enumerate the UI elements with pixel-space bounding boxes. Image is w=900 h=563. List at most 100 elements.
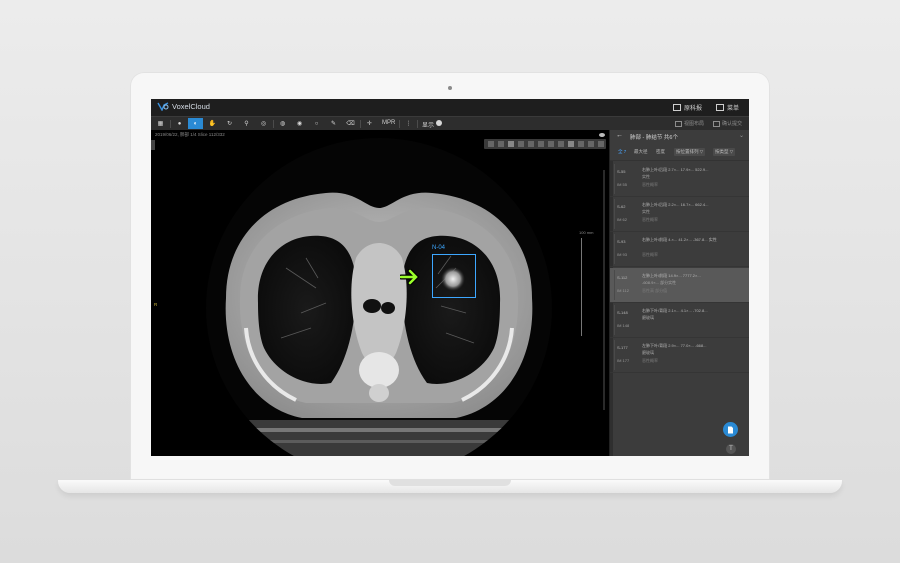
list-item[interactable]: S-62 IM 62 右肺上叶/后段 2.2×... 16.7×... 662.… [610,197,749,232]
ct-slice-image [206,138,552,456]
submit-button[interactable]: 确认提交 [713,120,742,127]
nodule-label: N-04 [432,245,446,251]
toolbar-divider [360,120,361,128]
mini-tool-icon[interactable] [528,141,534,147]
mini-tool-icon[interactable] [548,141,554,147]
vertical-dots-icon: ⋮ [405,121,412,127]
item-slice: S-112 [617,275,628,280]
list-item[interactable]: S-148 IM 148 右肺下叶/背段 2.1×... 4.1×... -70… [610,303,749,338]
reset-tool[interactable]: ◎ [256,118,271,129]
pencil-icon: ✎ [330,121,337,127]
panel-title: 肺部 - 肺结节 共6个 [630,135,678,141]
mini-tool-icon[interactable] [578,141,584,147]
item-image-number: IM 93 [617,252,628,257]
item-type: 实性 [642,174,650,179]
text-fab-button[interactable]: T [726,444,736,454]
circle-icon: ○ [314,120,319,127]
more-tool[interactable]: ⋮ [401,118,416,129]
text-icon: T [729,446,733,452]
crosshair-icon: ✛ [366,121,373,127]
camera-dot [448,86,452,90]
toolbar-divider [273,120,274,128]
report-button[interactable]: 原科报 [672,103,702,112]
overlay-eye-icon[interactable] [599,133,605,137]
list-item[interactable]: S-93 IM 93 右肺上叶/前段 4.×... 41.2×... -367.… [610,232,749,267]
submit-icon [713,120,720,127]
item-marker [614,305,615,335]
display-toggle[interactable] [436,120,442,126]
list-item[interactable]: S-55 IM 55 右肺上叶/后段 2.7×... 17.9×... 522.… [610,162,749,197]
item-image-number: IM 177 [617,358,630,363]
crosshair-tool[interactable]: ✛ [362,118,377,129]
tab-all[interactable]: 全 7 [616,148,628,156]
reset-icon: ◎ [260,121,267,127]
view-layout-button[interactable]: 视图布局 [675,120,704,127]
window-level-tool[interactable]: ◐ [188,118,203,129]
slice-scrollbar[interactable] [603,170,605,410]
pan-tool[interactable]: ✋ [205,118,220,129]
ruler-tool[interactable]: ✎ [326,118,341,129]
view-layout-label: 视图布局 [684,121,705,127]
info-tool[interactable]: ● [172,118,187,129]
item-slice: S-93 [617,239,626,244]
zoom-tool[interactable]: ⚲ [239,118,254,129]
app-logo[interactable]: VoxelCloud [157,102,210,111]
panel-divider [610,160,749,161]
eye-icon: ◉ [296,121,303,127]
submit-label: 确认提交 [722,121,743,127]
mini-tool-icon[interactable] [538,141,544,147]
document-icon [728,426,733,433]
item-type: 磨玻璃 [642,315,654,320]
sort-by-position[interactable]: 按位置排列 ▽ [674,148,706,156]
nodule-bounding-box[interactable] [432,254,476,298]
logo-icon [157,102,169,111]
item-image-number: IM 112 [617,288,629,293]
item-slice: S-55 [617,169,626,174]
annotate-icon: ◍ [279,121,286,127]
contrast-icon: ◐ [193,120,198,127]
gear-icon[interactable] [598,141,604,147]
mini-tool-icon[interactable] [568,141,574,147]
mini-tool-icon[interactable] [518,141,524,147]
menu-button[interactable]: 菜单 [715,103,739,112]
left-panel-toggle[interactable] [151,140,155,150]
item-risk: 恶性概率 [642,217,658,222]
tab-density[interactable]: 密度 [654,148,667,156]
ct-viewer[interactable]: 2019/06/22, 肺部 1/4 Slice 112/332 A R [151,130,609,456]
mpr-button[interactable]: MPR [382,120,395,126]
layout-grid-tool[interactable]: ▦ [153,118,168,129]
item-marker [614,340,615,370]
visibility-tool[interactable]: ◉ [292,118,307,129]
item-risk: 恶性概率 [642,358,658,363]
layout-icon [675,120,682,127]
rotate-tool[interactable]: ↻ [222,118,237,129]
chevron-down-icon[interactable]: ⌄ [739,132,744,139]
sort-by-type[interactable]: 按类型 ▽ [713,148,736,156]
base-notch [389,480,511,486]
mini-tool-icon[interactable] [508,141,514,147]
mini-tool-icon[interactable] [558,141,564,147]
info-icon: ● [177,120,182,127]
mini-tool-icon[interactable] [588,141,594,147]
eraser-tool[interactable]: ⌫ [343,118,358,129]
mini-tool-icon[interactable] [488,141,494,147]
menu-label: 菜单 [726,106,739,112]
list-item-selected[interactable]: S-112 IM 112 左肺上叶/前段 14.9×... 7777.2×...… [610,268,749,303]
back-arrow-icon[interactable]: ← [616,132,623,139]
item-marker [614,199,615,229]
panel-header: ← 肺部 - 肺结节 共6个 ⌄ [610,130,749,144]
mini-tool-icon[interactable] [498,141,504,147]
tab-max-diameter[interactable]: 最大径 [632,148,650,156]
item-slice: S-148 [617,310,628,315]
list-item[interactable]: S-177 IM 177 左肺下叶/背段 2.9×... 77.0×... -6… [610,338,749,373]
viewer-mini-toolbar [484,139,606,149]
report-fab-button[interactable] [723,422,738,437]
ellipse-tool[interactable]: ○ [309,118,324,129]
item-type: 磨玻璃 [642,350,654,355]
rotate-icon: ↻ [226,121,233,127]
item-marker [614,234,615,264]
item-image-number: IM 148 [617,323,630,328]
report-label: 原科报 [683,106,702,112]
annotate-tool[interactable]: ◍ [275,118,290,129]
scale-ruler-label: 100 mm [579,230,594,235]
